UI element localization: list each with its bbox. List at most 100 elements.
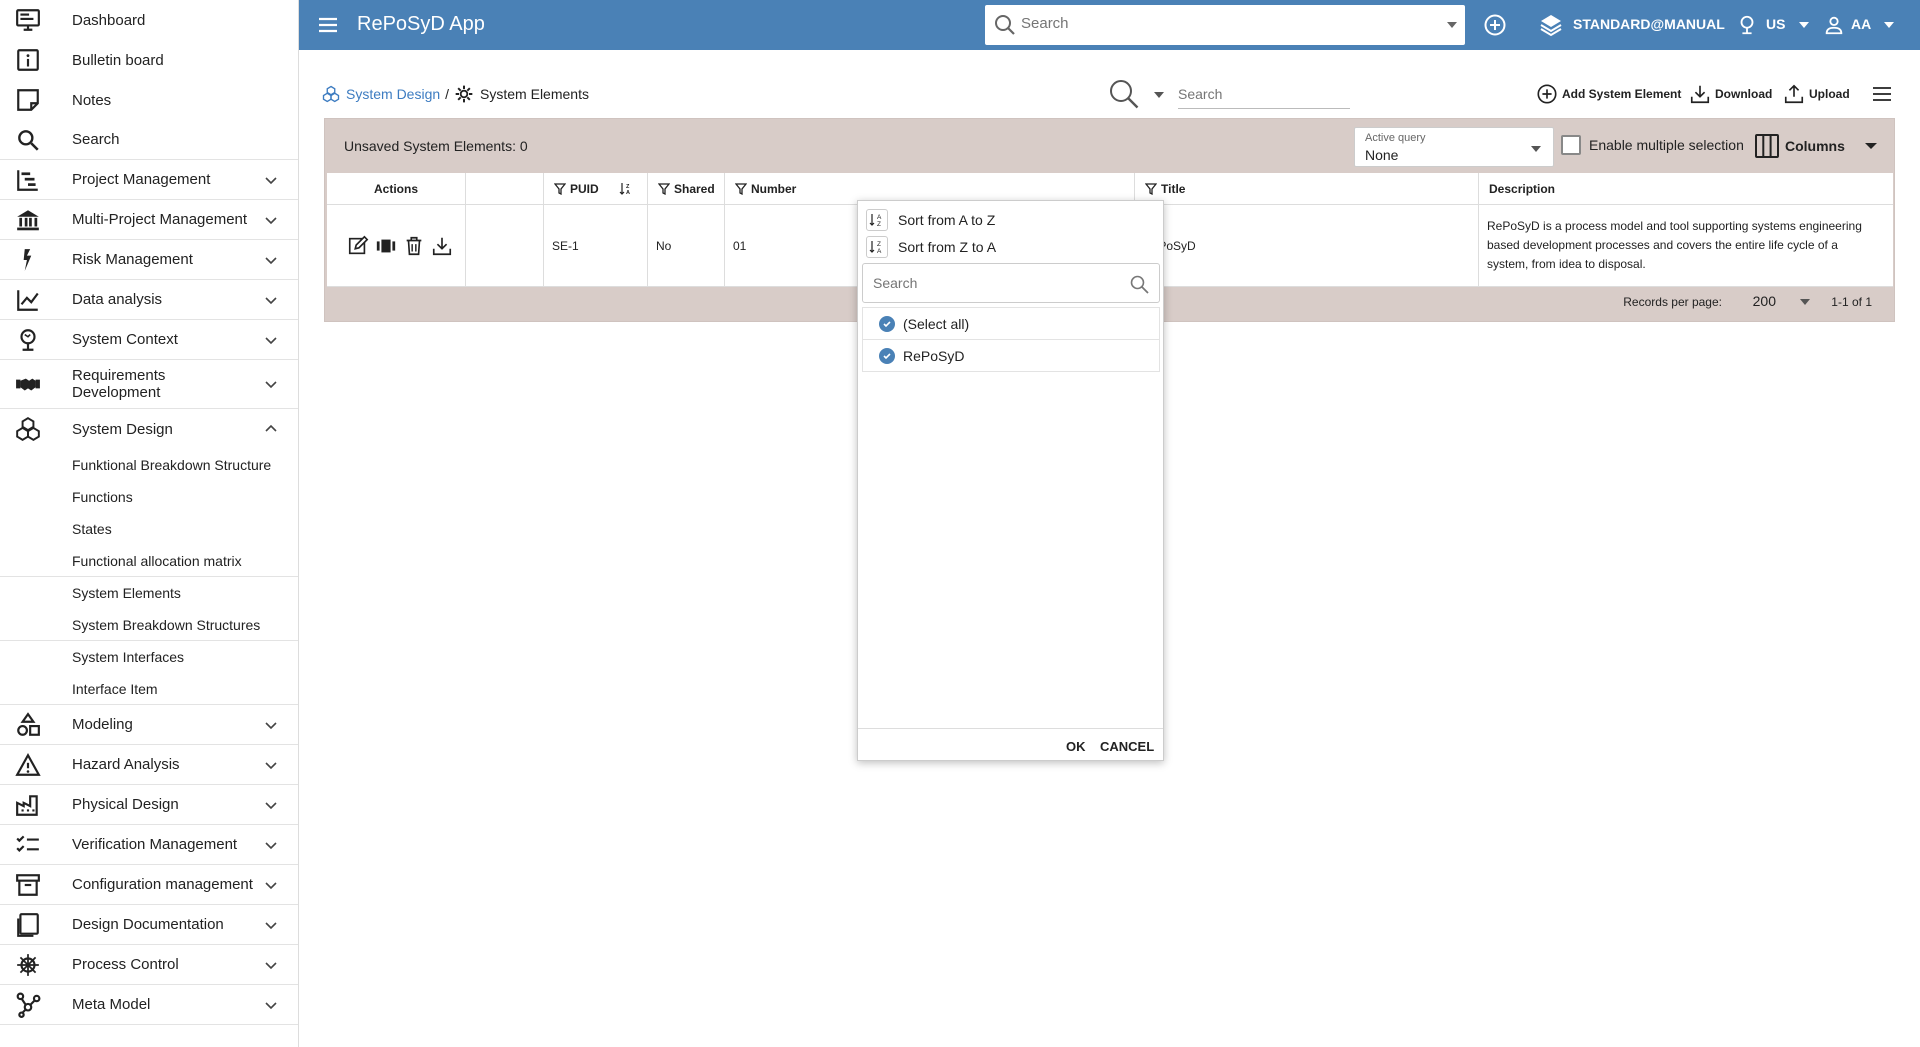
checked-circle-icon[interactable] — [879, 315, 895, 332]
multiple-selection-checkbox[interactable] — [1561, 135, 1581, 155]
sidebar-item-system-design[interactable]: System Design — [0, 409, 298, 449]
locale-label[interactable]: US — [1766, 16, 1785, 32]
sidebar-subitem-states[interactable]: States — [0, 513, 298, 545]
chevron-up-icon[interactable] — [264, 422, 278, 436]
sidebar-item-design-documentation[interactable]: Design Documentation — [0, 905, 298, 945]
sidebar-item-configuration-management[interactable]: Configuration management — [0, 865, 298, 905]
sidebar-subitem-system-breakdown-structures[interactable]: System Breakdown Structures — [0, 609, 298, 641]
filter-icon[interactable] — [735, 182, 747, 195]
hamburger-menu-icon[interactable] — [317, 14, 339, 36]
sidebar-item-label: Dashboard — [72, 11, 146, 29]
chevron-down-icon[interactable] — [264, 838, 278, 852]
sidebar-subitem-system-interfaces[interactable]: System Interfaces — [0, 641, 298, 673]
sidebar-item-verification-management[interactable]: Verification Management — [0, 825, 298, 865]
sidebar-subitem-interface-item[interactable]: Interface Item — [0, 673, 298, 705]
active-query-select[interactable]: Active query None — [1354, 127, 1554, 167]
caret-down-icon[interactable] — [1447, 22, 1457, 28]
chevron-down-icon[interactable] — [264, 998, 278, 1012]
sort-descending-icon[interactable]: ZA — [619, 182, 633, 196]
sidebar-item-notes[interactable]: Notes — [0, 80, 298, 120]
sidebar-subitem-functional-allocation-matrix[interactable]: Functional allocation matrix — [0, 545, 298, 577]
sidebar-item-process-control[interactable]: Process Control — [0, 945, 298, 985]
sidebar-subitem-functional-breakdown[interactable]: Funktional Breakdown Structure — [0, 449, 298, 481]
chevron-down-icon[interactable] — [264, 377, 278, 391]
add-system-element-button[interactable]: Add System Element — [1536, 83, 1681, 105]
chevron-down-icon[interactable] — [264, 333, 278, 347]
column-header-shared[interactable]: Shared — [648, 173, 725, 204]
context-label[interactable]: STANDARD@MANUAL — [1573, 16, 1725, 32]
sidebar-item-label: System Design — [72, 420, 173, 438]
caret-down-icon[interactable] — [1154, 92, 1164, 98]
sidebar-item-physical-design[interactable]: Physical Design — [0, 785, 298, 825]
filter-search-input[interactable] — [873, 275, 1113, 291]
chevron-down-icon[interactable] — [264, 798, 278, 812]
filter-option-reposyd[interactable]: RePoSyD — [862, 339, 1160, 372]
chevron-down-icon[interactable] — [264, 758, 278, 772]
column-header-actions: Actions — [327, 173, 466, 204]
locale-caret-icon[interactable] — [1799, 22, 1809, 28]
breadcrumb: System Design / System Elements — [322, 84, 589, 104]
column-header-puid[interactable]: PUID ZA — [544, 173, 648, 204]
edit-icon[interactable] — [347, 235, 369, 257]
row-actions-cell — [327, 205, 466, 286]
sidebar-item-multi-project-management[interactable]: Multi-Project Management — [0, 200, 298, 240]
download-icon[interactable] — [431, 235, 453, 257]
sidebar-item-system-context[interactable]: System Context — [0, 320, 298, 360]
records-per-page-select[interactable]: 200 — [1753, 293, 1776, 309]
download-button[interactable]: Download — [1689, 83, 1772, 105]
filter-icon[interactable] — [554, 182, 566, 195]
column-header-title[interactable]: Title — [1135, 173, 1479, 204]
sidebar-item-meta-model[interactable]: Meta Model — [0, 985, 298, 1025]
sidebar-item-modeling[interactable]: Modeling — [0, 705, 298, 745]
sidebar-item-risk-management[interactable]: Risk Management — [0, 240, 298, 280]
more-menu-icon[interactable] — [1872, 86, 1892, 102]
sidebar-item-bulletin-board[interactable]: Bulletin board — [0, 40, 298, 80]
sidebar-item-label: Data analysis — [72, 291, 163, 308]
multiple-selection-toggle[interactable]: Enable multiple selection — [1561, 135, 1744, 155]
chevron-down-icon[interactable] — [264, 253, 278, 267]
grid-search-input[interactable] — [1178, 84, 1350, 109]
sidebar-item-requirements-development[interactable]: Requirements Development — [0, 360, 298, 409]
checked-circle-icon[interactable] — [879, 347, 895, 364]
filter-search[interactable] — [862, 263, 1160, 303]
chevron-down-icon[interactable] — [264, 293, 278, 307]
cancel-button[interactable]: CANCEL — [1100, 739, 1154, 754]
sidebar-subitem-system-elements[interactable]: System Elements — [0, 577, 298, 609]
sidebar-subitem-functions[interactable]: Functions — [0, 481, 298, 513]
pagination-range: 1-1 of 1 — [1831, 295, 1872, 309]
filter-icon[interactable] — [658, 182, 670, 195]
view-carousel-icon[interactable] — [375, 235, 397, 257]
user-label[interactable]: AA — [1851, 16, 1871, 32]
chevron-down-icon[interactable] — [264, 878, 278, 892]
grid-search[interactable] — [1108, 78, 1356, 114]
global-search[interactable] — [985, 5, 1465, 45]
sidebar-item-data-analysis[interactable]: Data analysis — [0, 280, 298, 320]
sort-z-to-a-option[interactable]: ZA Sort from Z to A — [866, 236, 996, 258]
chevron-down-icon[interactable] — [264, 718, 278, 732]
caret-down-icon[interactable] — [1800, 299, 1810, 305]
risk-icon — [14, 246, 42, 274]
filter-icon[interactable] — [1145, 182, 1157, 195]
sidebar-item-dashboard[interactable]: Dashboard — [0, 0, 298, 40]
global-search-input[interactable] — [1021, 15, 1421, 32]
user-caret-icon[interactable] — [1884, 22, 1894, 28]
add-circle-icon[interactable] — [1482, 12, 1508, 38]
search-icon[interactable] — [1108, 78, 1140, 110]
chevron-down-icon[interactable] — [264, 173, 278, 187]
breadcrumb-link-system-design[interactable]: System Design — [346, 86, 440, 102]
chevron-down-icon[interactable] — [264, 958, 278, 972]
sidebar-item-project-management[interactable]: Project Management — [0, 160, 298, 200]
sort-a-to-z-option[interactable]: AZ Sort from A to Z — [866, 209, 995, 231]
sidebar-item-hazard-analysis[interactable]: Hazard Analysis — [0, 745, 298, 785]
chevron-down-icon[interactable] — [264, 213, 278, 227]
sidebar-item-label: Modeling — [72, 716, 133, 733]
delete-icon[interactable] — [403, 235, 425, 257]
columns-button[interactable]: Columns — [1755, 133, 1877, 159]
ok-button[interactable]: OK — [1066, 739, 1086, 754]
chevron-down-icon[interactable] — [264, 918, 278, 932]
filter-option-select-all[interactable]: (Select all) — [862, 307, 1160, 340]
upload-button[interactable]: Upload — [1783, 83, 1850, 105]
active-query-label: Active query — [1365, 132, 1426, 144]
sidebar-item-search[interactable]: Search — [0, 120, 298, 160]
layers-icon[interactable] — [1538, 12, 1564, 38]
